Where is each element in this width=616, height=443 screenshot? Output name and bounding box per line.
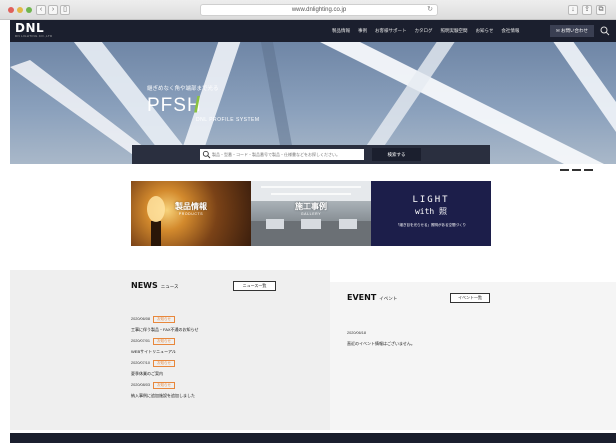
tile-light-with[interactable]: LIGHT with 照 「継ぎ目を光らせる」照明がある空間づくり xyxy=(371,181,491,246)
news-date: 2020/07/10 xyxy=(131,361,151,365)
nav-item-company[interactable]: 会社情報 xyxy=(501,28,519,34)
nav-item-cases[interactable]: 事例 xyxy=(358,28,367,34)
tabs-icon[interactable]: ⧉ xyxy=(596,5,606,15)
minimize-window-button[interactable] xyxy=(17,7,23,13)
chevron-left-icon[interactable]: ‹ xyxy=(36,5,46,15)
search-icon xyxy=(202,150,211,159)
nav-item-support[interactable]: お客様サポート xyxy=(375,28,407,34)
slide-dot[interactable] xyxy=(572,169,581,171)
event-item[interactable]: 2020/06/18 直近のイベント情報はございません。 xyxy=(347,321,415,347)
nav-item-showroom[interactable]: 照明実験空間 xyxy=(441,28,468,34)
tile-title: 施工事例 xyxy=(295,202,327,211)
site-logo[interactable]: DNL xyxy=(15,21,44,35)
news-section: NEWS ニュース ニュース一覧 2020/06/08 お知らせ 工事に伴う製品・F… xyxy=(10,270,330,430)
tile-title: LIGHT xyxy=(412,195,450,205)
news-item[interactable]: 2020/08/03 お知らせ 納入事例に追加施設を追加しました xyxy=(131,373,195,399)
event-text: 直近のイベント情報はございません。 xyxy=(347,341,415,346)
share-icon[interactable]: ⇪ xyxy=(582,5,592,15)
site-header: DNL DN LIGHTING CO.,LTD 製品情報 事例 お客様サポート … xyxy=(10,20,616,42)
news-date: 2020/06/08 xyxy=(131,317,151,321)
nav-item-catalog[interactable]: カタログ xyxy=(415,28,433,34)
product-search-bar: 検索する xyxy=(132,145,490,164)
news-heading: NEWS ニュース xyxy=(131,281,179,290)
slider-indicators[interactable] xyxy=(560,169,593,171)
event-heading-jp: イベント xyxy=(379,297,398,302)
search-field[interactable] xyxy=(200,149,364,160)
news-text: 納入事例に追加施設を追加しました xyxy=(131,393,195,398)
slide-dot[interactable] xyxy=(560,169,569,171)
address-bar[interactable]: www.dnlighting.co.jp ↻ xyxy=(200,4,438,16)
news-tag: お知らせ xyxy=(153,316,175,323)
logo-subtitle: DN LIGHTING CO.,LTD xyxy=(15,34,53,38)
contact-button[interactable]: ✉ お問い合わせ xyxy=(550,25,594,37)
event-list-button[interactable]: イベント一覧 xyxy=(450,293,490,303)
maximize-window-button[interactable] xyxy=(26,7,32,13)
news-tag: お知らせ xyxy=(153,338,175,345)
event-section: EVENT イベント イベント一覧 2020/06/18 直近のイベント情報はござ… xyxy=(330,282,616,430)
browser-window: ‹ › ▯ www.dnlighting.co.jp ↻ ↓ ⇪ ⧉ DNL D… xyxy=(0,0,616,443)
site-footer xyxy=(10,433,616,443)
chevron-right-icon[interactable]: › xyxy=(48,5,58,15)
browser-toolbar: ‹ › ▯ www.dnlighting.co.jp ↻ ↓ ⇪ ⧉ xyxy=(0,0,616,20)
news-heading-jp: ニュース xyxy=(160,285,179,290)
tile-title: 製品情報 xyxy=(175,202,207,211)
download-icon[interactable]: ↓ xyxy=(568,5,578,15)
nav-item-news[interactable]: お知らせ xyxy=(476,28,494,34)
search-input[interactable] xyxy=(212,149,362,160)
slide-dot[interactable] xyxy=(584,169,593,171)
close-window-button[interactable] xyxy=(8,7,14,13)
event-date: 2020/06/18 xyxy=(347,331,367,335)
hero-tagline: 継ぎめなく角や端部まで光る xyxy=(147,86,219,92)
hero-slash-mark: / xyxy=(194,92,201,117)
news-tag: お知らせ xyxy=(153,360,175,367)
tile-subtitle: PRODUCTS xyxy=(178,212,204,216)
news-heading-en: NEWS xyxy=(131,281,158,290)
tile-subtitle: GALLERY xyxy=(300,212,322,216)
address-text: www.dnlighting.co.jp xyxy=(291,7,347,13)
search-submit-button[interactable]: 検索する xyxy=(372,148,421,161)
event-heading-en: EVENT xyxy=(347,293,377,302)
event-heading: EVENT イベント xyxy=(347,293,397,302)
sidebar-icon[interactable]: ▯ xyxy=(60,5,70,15)
tile-gallery[interactable]: 施工事例 GALLERY xyxy=(251,181,371,246)
main-nav: 製品情報 事例 お客様サポート カタログ 照明実験空間 お知らせ 会社情報 xyxy=(332,20,519,42)
news-list-button[interactable]: ニュース一覧 xyxy=(233,281,276,291)
tile-caption: 「継ぎ目を光らせる」照明がある空間づくり xyxy=(396,223,466,227)
tile-title-2: with 照 xyxy=(414,207,448,216)
news-tag: お知らせ xyxy=(153,382,175,389)
news-date: 2020/07/01 xyxy=(131,339,151,343)
news-date: 2020/08/03 xyxy=(131,383,151,387)
search-icon[interactable] xyxy=(599,25,611,37)
contact-label: お問い合わせ xyxy=(561,28,589,33)
hero-subtitle: DNL PROFILE SYSTEM xyxy=(196,117,260,123)
reload-icon[interactable]: ↻ xyxy=(427,5,433,15)
nav-item-products[interactable]: 製品情報 xyxy=(332,28,350,34)
tile-products[interactable]: 製品情報 PRODUCTS xyxy=(131,181,251,246)
